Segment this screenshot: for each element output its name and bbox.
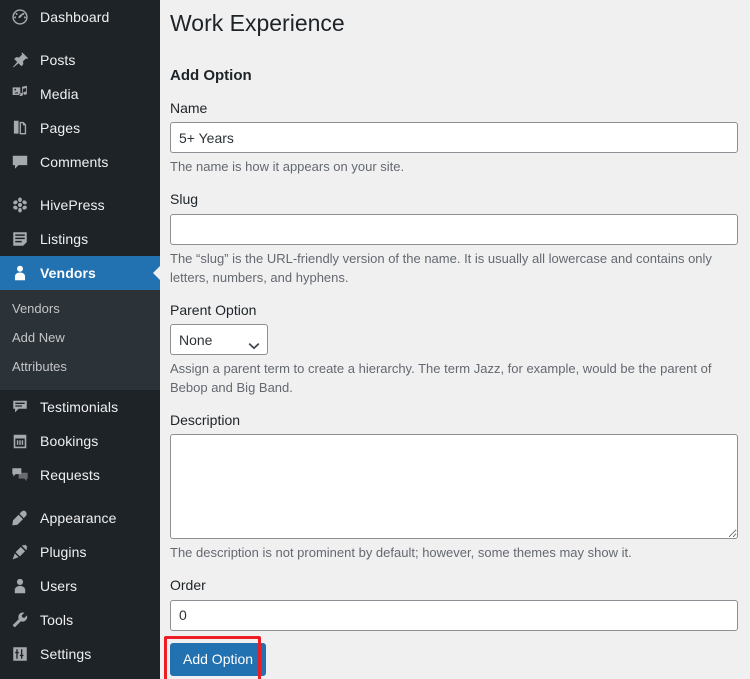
admin-sidebar: Dashboard Posts Media Pages Comments Hiv… bbox=[0, 0, 160, 679]
page-title: Work Experience bbox=[170, 10, 345, 36]
main-content: Work Experience Add Option Name The name… bbox=[160, 0, 750, 679]
sidebar-item-hivepress[interactable]: HivePress bbox=[0, 188, 160, 222]
sidebar-item-label: Appearance bbox=[40, 509, 117, 526]
sidebar-item-vendors[interactable]: Vendors bbox=[0, 256, 160, 290]
sidebar-item-label: Listings bbox=[40, 231, 89, 247]
description-help: The description is not prominent by defa… bbox=[170, 545, 632, 561]
admin-screen: Dashboard Posts Media Pages Comments Hiv… bbox=[0, 0, 750, 679]
sidebar-item-label: Plugins bbox=[40, 543, 87, 560]
slug-input[interactable] bbox=[170, 213, 738, 245]
sidebar-group-dashboard: Dashboard bbox=[0, 0, 160, 34]
submenu-item-attributes[interactable]: Attributes bbox=[0, 353, 160, 382]
sidebar-item-posts[interactable]: Posts bbox=[0, 43, 160, 77]
parent-option-label: Parent Option bbox=[170, 301, 257, 318]
sidebar-item-plugins[interactable]: Plugins bbox=[0, 535, 160, 569]
sidebar-group-hivepress: HivePress Listings Vendors bbox=[0, 188, 160, 290]
name-help: The name is how it appears on your site. bbox=[170, 159, 405, 175]
description-label: Description bbox=[170, 411, 241, 428]
users-icon bbox=[9, 576, 31, 596]
sliders-icon bbox=[9, 644, 31, 664]
sidebar-item-testimonials[interactable]: Testimonials bbox=[0, 390, 160, 424]
parent-option-help: Assign a parent term to create a hierarc… bbox=[170, 361, 712, 396]
sidebar-item-requests[interactable]: Requests bbox=[0, 458, 160, 492]
sidebar-item-comments[interactable]: Comments bbox=[0, 145, 160, 179]
requests-icon bbox=[9, 465, 31, 485]
sidebar-group-content: Posts Media Pages Comments bbox=[0, 43, 160, 179]
sidebar-submenu-vendors: Vendors Add New Attributes bbox=[0, 290, 160, 390]
submenu-item-vendors[interactable]: Vendors bbox=[0, 295, 160, 324]
sidebar-item-label: Posts bbox=[40, 52, 76, 68]
wrench-icon bbox=[9, 610, 31, 630]
parent-option-select[interactable]: None bbox=[170, 324, 268, 356]
sidebar-item-dashboard[interactable]: Dashboard bbox=[0, 0, 160, 34]
name-input[interactable] bbox=[170, 122, 738, 154]
order-input[interactable] bbox=[170, 599, 738, 631]
sidebar-item-label: Pages bbox=[40, 120, 81, 136]
sidebar-item-label: Testimonials bbox=[40, 398, 119, 415]
media-icon bbox=[9, 84, 31, 104]
sidebar-item-appearance[interactable]: Appearance bbox=[0, 501, 160, 535]
plug-icon bbox=[9, 542, 31, 562]
pages-icon bbox=[9, 118, 31, 138]
sidebar-item-users[interactable]: Users bbox=[0, 569, 160, 603]
sidebar-item-label: Users bbox=[40, 577, 78, 594]
testimonials-icon bbox=[9, 397, 31, 417]
sidebar-item-label: Vendors bbox=[40, 265, 96, 281]
sidebar-item-label: Dashboard bbox=[40, 9, 110, 25]
slug-help: The “slug” is the URL-friendly version o… bbox=[170, 250, 712, 285]
sidebar-item-label: Comments bbox=[40, 154, 109, 170]
sidebar-item-listings[interactable]: Listings bbox=[0, 222, 160, 256]
sidebar-item-label: Requests bbox=[40, 466, 100, 483]
submit-area: Add Option bbox=[164, 635, 267, 679]
calendar-icon bbox=[9, 431, 31, 451]
sidebar-item-label: Bookings bbox=[40, 432, 99, 449]
field-description: Description The description is not promi… bbox=[170, 411, 750, 563]
field-name: Name The name is how it appears on your … bbox=[170, 99, 750, 177]
sidebar-divider bbox=[0, 179, 160, 188]
section-title: Add Option bbox=[170, 66, 252, 84]
dashboard-icon bbox=[9, 7, 31, 27]
sidebar-item-label: Media bbox=[40, 86, 79, 102]
field-order: Order bbox=[170, 576, 750, 631]
user-icon bbox=[9, 263, 31, 283]
sidebar-item-tools[interactable]: Tools bbox=[0, 603, 160, 637]
name-label: Name bbox=[170, 99, 208, 116]
slug-label: Slug bbox=[170, 191, 199, 208]
sidebar-item-label: Settings bbox=[40, 645, 92, 662]
add-option-button[interactable]: Add Option bbox=[170, 642, 267, 676]
hivepress-icon bbox=[9, 195, 31, 215]
listings-icon bbox=[9, 229, 31, 249]
sidebar-item-settings[interactable]: Settings bbox=[0, 637, 160, 671]
sidebar-group-extensions: Testimonials Bookings Requests bbox=[0, 390, 160, 492]
brush-icon bbox=[9, 508, 31, 528]
sidebar-item-media[interactable]: Media bbox=[0, 77, 160, 111]
sidebar-item-pages[interactable]: Pages bbox=[0, 111, 160, 145]
sidebar-divider bbox=[0, 34, 160, 43]
order-label: Order bbox=[170, 577, 206, 594]
sidebar-group-system: Appearance Plugins Users Tools Settings bbox=[0, 501, 160, 671]
sidebar-item-label: Tools bbox=[40, 611, 74, 628]
comment-icon bbox=[9, 152, 31, 172]
field-slug: Slug The “slug” is the URL-friendly vers… bbox=[170, 190, 750, 287]
sidebar-item-label: HivePress bbox=[40, 197, 105, 213]
field-parent-option: Parent Option None Assign a parent term … bbox=[170, 301, 750, 398]
parent-option-select-wrap: None bbox=[170, 324, 268, 356]
submenu-item-add-new[interactable]: Add New bbox=[0, 324, 160, 353]
sidebar-item-bookings[interactable]: Bookings bbox=[0, 424, 160, 458]
description-textarea[interactable] bbox=[170, 434, 738, 540]
pin-icon bbox=[9, 50, 31, 70]
sidebar-divider bbox=[0, 492, 160, 501]
